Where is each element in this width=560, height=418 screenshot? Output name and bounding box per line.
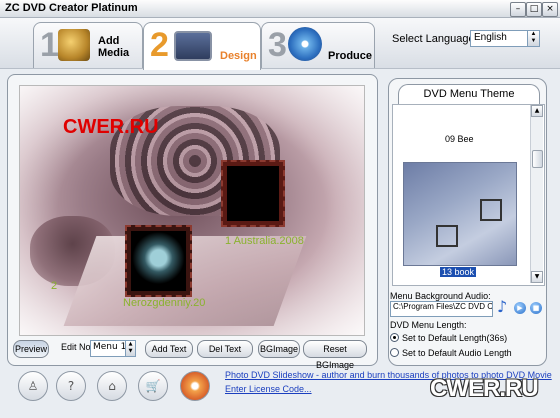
clip-label[interactable]: 2 [51,280,57,292]
user-icon[interactable]: ♙ [18,371,48,401]
cart-icon[interactable]: 🛒 [138,371,168,401]
scroll-down-icon[interactable]: ▼ [531,271,543,283]
scroll-thumb[interactable] [532,150,543,168]
bgimage-button[interactable]: BGImage [258,340,300,358]
language-label: Select Language: [392,33,478,45]
clip-label[interactable]: Nerozgdenniy.20 [123,297,205,309]
add-text-button[interactable]: Add Text [145,340,193,358]
audio-label: Menu Background Audio: [390,291,491,301]
audio-path-field[interactable]: C:\Program Files\ZC DVD Crea [390,301,493,317]
step-label: Produce [328,50,373,62]
language-value: English [474,32,507,43]
audio-path-value: C:\Program Files\ZC DVD Crea [393,302,493,311]
menu-value: Menu 1 [93,342,127,352]
spinner-arrows-icon: ▲ ▼ [527,31,539,46]
clip-label[interactable]: 1 Australia.2008 [225,235,304,247]
burn-disc-icon[interactable] [180,371,210,401]
window-title: ZC DVD Creator Platinum [5,2,138,14]
spinner-arrows-icon: ▲ ▼ [125,341,135,356]
default-length-label[interactable]: Set to Default Length(36s) [402,333,507,343]
theme-frame-box [436,225,458,247]
watermark-text: CWER.RU [63,116,159,138]
site-logo: CWER.RU [430,375,539,402]
scroll-up-icon[interactable]: ▲ [531,105,543,117]
home-icon[interactable]: ⌂ [97,371,127,401]
language-select[interactable]: English ▲ ▼ [470,30,540,47]
clip-thumbnail[interactable] [125,225,192,297]
reset-bgimage-button[interactable]: Reset BGImage [303,340,367,370]
step-number: 3 [268,26,287,64]
close-button[interactable]: × [542,2,558,17]
length-label: DVD Menu Length: [390,320,467,330]
step-number: 2 [150,26,169,64]
theme-item[interactable]: 09 Bee [445,134,474,144]
edit-no-label: Edit No. [61,342,94,352]
help-icon[interactable]: ? [56,371,86,401]
step-add-media[interactable]: 1 Add Media [33,22,143,68]
step-number: 1 [40,26,59,64]
preview-button[interactable]: Preview [13,340,49,358]
theme-scrollbar[interactable]: ▲ ▼ [530,105,543,283]
default-audio-length-label[interactable]: Set to Default Audio Length [402,348,512,358]
title-bar: ZC DVD Creator Platinum – □ × [0,0,560,18]
menu-canvas[interactable]: CWER.RU 1 Australia.2008 2 Nerozgdenniy.… [19,85,365,336]
default-length-radio[interactable] [390,333,399,342]
step-design[interactable]: 2 Design [143,22,261,70]
minimize-button[interactable]: – [510,2,526,17]
clip-thumbnail[interactable] [221,160,285,227]
step-label: Design [220,50,257,62]
tab-dvd-menu-theme[interactable]: DVD Menu Theme [398,84,540,105]
license-link[interactable]: Enter License Code... [225,384,312,394]
theme-item-selected[interactable]: 13 book [440,267,477,277]
music-note-icon[interactable]: ♪ [497,299,507,315]
stop-icon[interactable]: ■ [530,302,542,314]
menu-select[interactable]: Menu 1 ▲ ▼ [90,340,136,357]
theme-thumbnail[interactable] [403,162,517,266]
disc-icon [288,27,322,61]
media-reel-icon [58,29,90,61]
step-label: Add [98,35,120,47]
play-icon[interactable]: ▶ [514,302,526,314]
design-monitor-icon [174,31,212,61]
default-audio-length-radio[interactable] [390,348,399,357]
del-text-button[interactable]: Del Text [197,340,253,358]
step-label: Media [98,47,130,59]
maximize-button[interactable]: □ [526,2,542,17]
step-produce[interactable]: 3 Produce [261,22,375,68]
theme-frame-box [480,199,502,221]
